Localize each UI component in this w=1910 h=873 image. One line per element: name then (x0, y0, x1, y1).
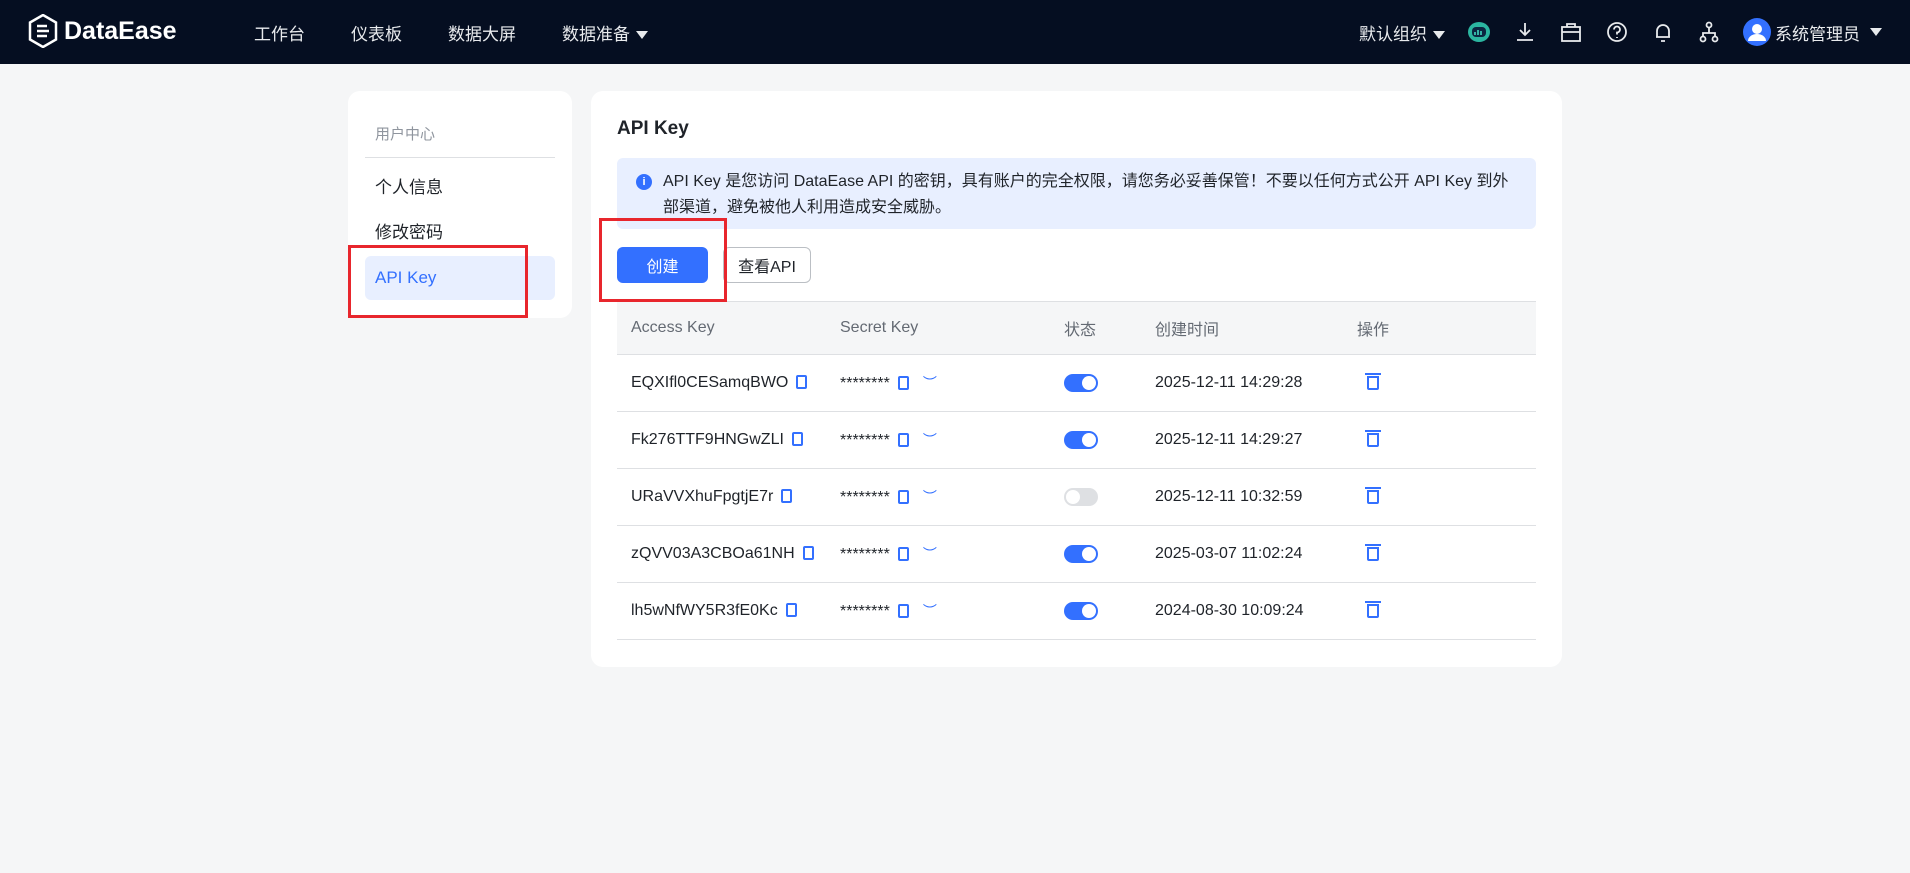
download-icon[interactable] (1513, 20, 1537, 44)
created-time: 2025-12-11 10:32:59 (1155, 468, 1357, 526)
alert-text: API Key 是您访问 DataEase API 的密钥，具有账户的完全权限，… (663, 173, 1509, 216)
nav-data-screen[interactable]: 数据大屏 (448, 20, 516, 45)
copy-icon[interactable] (897, 604, 909, 618)
access-key: zQVV03A3CBOa61NH (631, 545, 795, 562)
access-key: Fk276TTF9HNGwZLI (631, 431, 784, 448)
created-time: 2025-12-11 14:29:27 (1155, 411, 1357, 469)
copy-icon[interactable] (897, 490, 909, 504)
copy-icon[interactable] (802, 546, 814, 560)
column-header-status: 状态 (1064, 301, 1155, 355)
copy-icon[interactable] (897, 547, 909, 561)
created-time: 2025-03-07 11:02:24 (1155, 525, 1357, 583)
api-key-table: Access Key Secret Key 状态 创建时间 操作 EQXIfl0… (617, 301, 1536, 640)
nav-data-prep[interactable]: 数据准备 (562, 20, 648, 45)
eye-closed-icon[interactable]: ︶ (923, 603, 937, 619)
access-key: lh5wNfWY5R3fE0Kc (631, 602, 778, 619)
copy-icon[interactable] (785, 603, 797, 617)
chevron-down-icon (1870, 28, 1882, 36)
created-time: 2025-12-11 14:29:28 (1155, 354, 1357, 412)
copy-icon[interactable] (796, 375, 808, 389)
eye-closed-icon[interactable]: ︶ (923, 546, 937, 562)
table-row: zQVV03A3CBOa61NH ******** ︶ 2025-03-07 11… (617, 525, 1536, 583)
secret-key: ******** (840, 432, 890, 449)
eye-closed-icon[interactable]: ︶ (923, 375, 937, 391)
notification-bell-icon[interactable] (1651, 20, 1675, 44)
top-nav-bar: DataEase 工作台 仪表板 数据大屏 数据准备 默认组织 系统管理员 (0, 0, 1910, 64)
toolbox-icon[interactable] (1559, 20, 1583, 44)
org-selector[interactable]: 默认组织 (1359, 20, 1445, 45)
table-row: URaVVXhuFpgtjE7r ******** ︶ 2025-12-11 10… (617, 468, 1536, 526)
column-header-actions: 操作 (1357, 301, 1536, 355)
secret-key: ******** (840, 489, 890, 506)
user-name: 系统管理员 (1775, 24, 1860, 44)
highlight-box-sidebar (348, 245, 528, 318)
help-icon[interactable] (1605, 20, 1629, 44)
status-toggle[interactable] (1064, 544, 1098, 563)
nav-data-prep-label: 数据准备 (562, 24, 630, 44)
eye-closed-icon[interactable]: ︶ (923, 489, 937, 505)
delete-icon[interactable] (1365, 543, 1381, 561)
chevron-down-icon (636, 31, 648, 40)
nav-workbench[interactable]: 工作台 (254, 20, 305, 45)
copy-icon[interactable] (781, 489, 793, 503)
ai-assistant-icon[interactable] (1467, 20, 1491, 44)
table-row: Fk276TTF9HNGwZLI ******** ︶ 2025-12-11 14… (617, 411, 1536, 469)
eye-closed-icon[interactable]: ︶ (923, 432, 937, 448)
status-toggle[interactable] (1064, 373, 1098, 392)
avatar (1743, 18, 1771, 46)
org-tree-icon[interactable] (1697, 20, 1721, 44)
column-header-created: 创建时间 (1155, 301, 1357, 355)
status-toggle[interactable] (1064, 601, 1098, 620)
secret-key: ******** (840, 375, 890, 392)
status-toggle[interactable] (1064, 430, 1098, 449)
delete-icon[interactable] (1365, 429, 1381, 447)
chevron-down-icon (1433, 31, 1445, 40)
column-header-access-key: Access Key (617, 301, 840, 355)
org-label: 默认组织 (1359, 24, 1427, 44)
api-key-panel: API Key i API Key 是您访问 DataEase API 的密钥，… (591, 91, 1562, 667)
delete-icon[interactable] (1365, 372, 1381, 390)
copy-icon[interactable] (897, 433, 909, 447)
delete-icon[interactable] (1365, 486, 1381, 504)
copy-icon[interactable] (897, 376, 909, 390)
access-key: URaVVXhuFpgtjE7r (631, 488, 774, 505)
page-title: API Key (617, 118, 689, 139)
secret-key: ******** (840, 603, 890, 620)
table-row: lh5wNfWY5R3fE0Kc ******** ︶ 2024-08-30 10… (617, 582, 1536, 640)
delete-icon[interactable] (1365, 600, 1381, 618)
info-icon: i (636, 174, 652, 190)
created-time: 2024-08-30 10:09:24 (1155, 582, 1357, 640)
nav-dashboard[interactable]: 仪表板 (351, 20, 402, 45)
logo[interactable]: DataEase (28, 14, 177, 48)
table-row: EQXIfl0CESamqBWO ******** ︶ 2025-12-11 14… (617, 354, 1536, 412)
highlight-box-create (599, 218, 727, 302)
access-key: EQXIfl0CESamqBWO (631, 374, 789, 391)
info-alert: i API Key 是您访问 DataEase API 的密钥，具有账户的完全权… (617, 158, 1536, 229)
view-api-button[interactable]: 查看API (723, 247, 811, 283)
copy-icon[interactable] (791, 432, 803, 446)
secret-key: ******** (840, 546, 890, 563)
sidebar-item-profile[interactable]: 个人信息 (365, 166, 555, 210)
column-header-secret-key: Secret Key (840, 301, 1064, 355)
brand-name: DataEase (64, 16, 177, 45)
status-toggle[interactable] (1064, 487, 1098, 506)
user-menu[interactable]: 系统管理员 (1743, 18, 1882, 46)
dataease-logo-icon (28, 14, 58, 48)
sidebar-title: 用户中心 (365, 91, 555, 158)
